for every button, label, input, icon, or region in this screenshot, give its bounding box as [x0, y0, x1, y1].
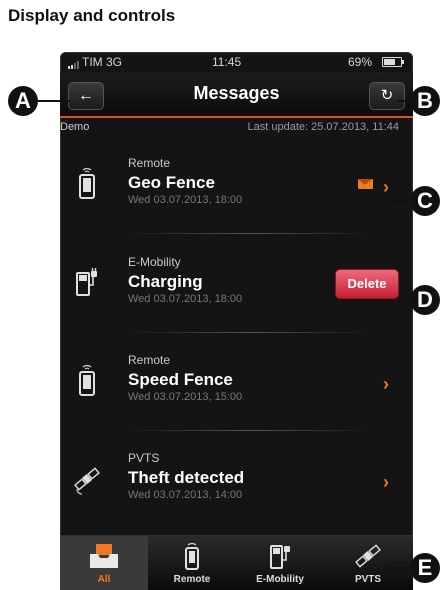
message-date: Wed 03.07.2013, 18:00: [128, 293, 243, 305]
signal-icon: [68, 58, 80, 72]
message-category: PVTS: [128, 451, 160, 465]
chevron-right-icon[interactable]: ›: [383, 374, 389, 395]
battery-icon: [382, 57, 404, 67]
phone-icon: [185, 542, 199, 570]
status-bar: TIM 3G 11:45 69%: [60, 52, 413, 72]
tab-remote[interactable]: Remote: [148, 536, 236, 590]
charger-icon: [270, 545, 290, 569]
last-update-label: Last update: 25.07.2013, 11:44: [247, 121, 399, 133]
message-title: Theft detected: [128, 468, 245, 487]
message-title: Geo Fence: [128, 173, 215, 192]
divider: [128, 233, 373, 234]
message-title: Charging: [128, 272, 203, 291]
delete-button[interactable]: Delete: [335, 269, 399, 299]
message-title: Speed Fence: [128, 370, 233, 389]
info-bar: Demo Last update: 25.07.2013, 11:44: [60, 118, 413, 136]
message-date: Wed 03.07.2013, 15:00: [128, 391, 243, 403]
list-item[interactable]: E-Mobility Charging Wed 03.07.2013, 18:0…: [60, 237, 413, 333]
callout-b: B: [410, 86, 440, 116]
tab-e-mobility[interactable]: E-Mobility: [236, 536, 324, 590]
tab-label: E-Mobility: [256, 574, 304, 585]
message-date: Wed 03.07.2013, 14:00: [128, 489, 243, 501]
battery-percent: 69%: [348, 55, 373, 69]
callout-a: A: [8, 86, 38, 116]
callout-d: D: [410, 285, 440, 315]
envelope-icon: [358, 179, 373, 189]
tab-label: Remote: [173, 574, 211, 585]
tab-label: PVTS: [354, 574, 382, 585]
phone-icon: [79, 364, 95, 396]
charger-icon: [76, 268, 97, 296]
message-category: E-Mobility: [128, 255, 181, 269]
refresh-button[interactable]: ↻: [369, 82, 405, 110]
tab-label: All: [97, 574, 111, 585]
tab-bar: All Remote E-Mobility PVTS: [60, 535, 413, 590]
refresh-icon: ↻: [380, 87, 394, 104]
account-label: Demo: [60, 121, 90, 133]
message-date: Wed 03.07.2013, 18:00: [128, 194, 243, 206]
phone-screen: TIM 3G 11:45 69% ← Messages ↻ Demo Last …: [60, 52, 413, 590]
tab-all[interactable]: All: [60, 536, 148, 590]
callout-e: E: [410, 553, 440, 583]
list-item[interactable]: Remote Speed Fence Wed 03.07.2013, 15:00…: [60, 335, 413, 431]
page-title: Messages: [193, 83, 280, 103]
list-item[interactable]: PVTS Theft detected Wed 03.07.2013, 14:0…: [60, 433, 413, 529]
message-category: Remote: [128, 156, 171, 170]
page-heading: Display and controls: [8, 6, 176, 25]
navigation-bar: ← Messages ↻: [60, 72, 413, 118]
list-item[interactable]: Remote Geo Fence Wed 03.07.2013, 18:00 ›: [60, 138, 413, 234]
inbox-icon: [90, 544, 118, 568]
chevron-right-icon[interactable]: ›: [383, 472, 389, 493]
callout-c: C: [410, 186, 440, 216]
satellite-icon: [74, 467, 100, 495]
clock: 11:45: [212, 55, 242, 69]
carrier-label: TIM 3G: [82, 55, 123, 69]
message-category: Remote: [128, 353, 171, 367]
tab-pvts[interactable]: PVTS: [324, 536, 412, 590]
divider: [128, 430, 373, 431]
satellite-icon: [355, 544, 381, 568]
divider: [128, 332, 373, 333]
phone-icon: [79, 167, 95, 199]
chevron-right-icon[interactable]: ›: [383, 177, 389, 198]
